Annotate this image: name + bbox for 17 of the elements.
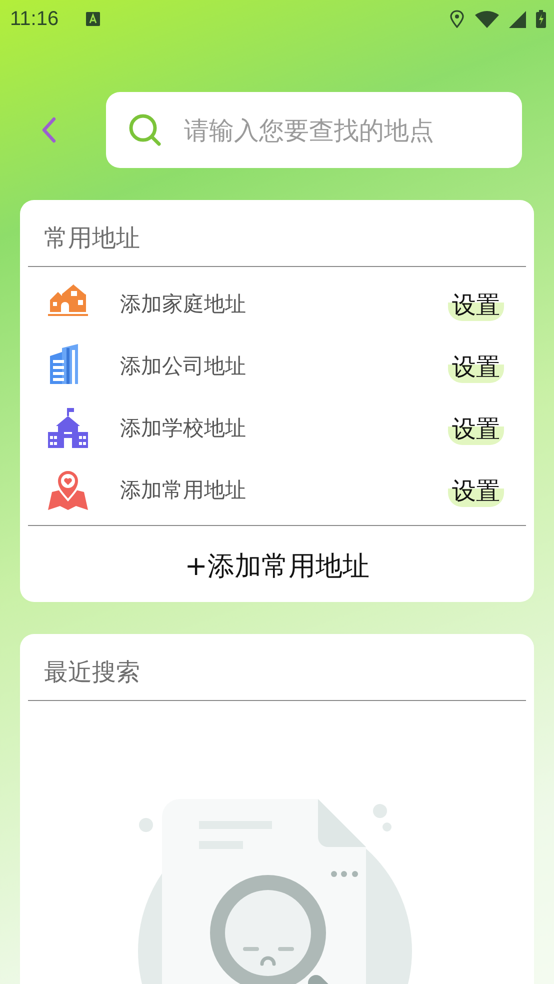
section-title: 最近搜索 — [43, 657, 141, 688]
add-address-button[interactable]: +添加常用地址 — [28, 526, 526, 602]
address-label[interactable]: 添加常用地址 — [120, 476, 448, 504]
keyboard-notification-icon — [84, 11, 101, 27]
address-label[interactable]: 添加公司地址 — [120, 352, 448, 380]
wifi-icon — [475, 10, 499, 28]
back-chevron-icon — [40, 117, 58, 143]
place-address-icon — [48, 468, 88, 512]
search-field[interactable]: 请输入您要查找的地点 — [106, 92, 522, 168]
battery-icon — [536, 10, 546, 28]
address-label[interactable]: 添加学校地址 — [120, 414, 448, 442]
school-address-icon — [48, 406, 88, 450]
status-time: 11:16 — [10, 8, 59, 30]
section-title: 常用地址 — [43, 223, 141, 254]
address-label[interactable]: 添加家庭地址 — [120, 290, 448, 318]
location-icon — [449, 10, 465, 28]
signal-icon — [509, 10, 526, 28]
